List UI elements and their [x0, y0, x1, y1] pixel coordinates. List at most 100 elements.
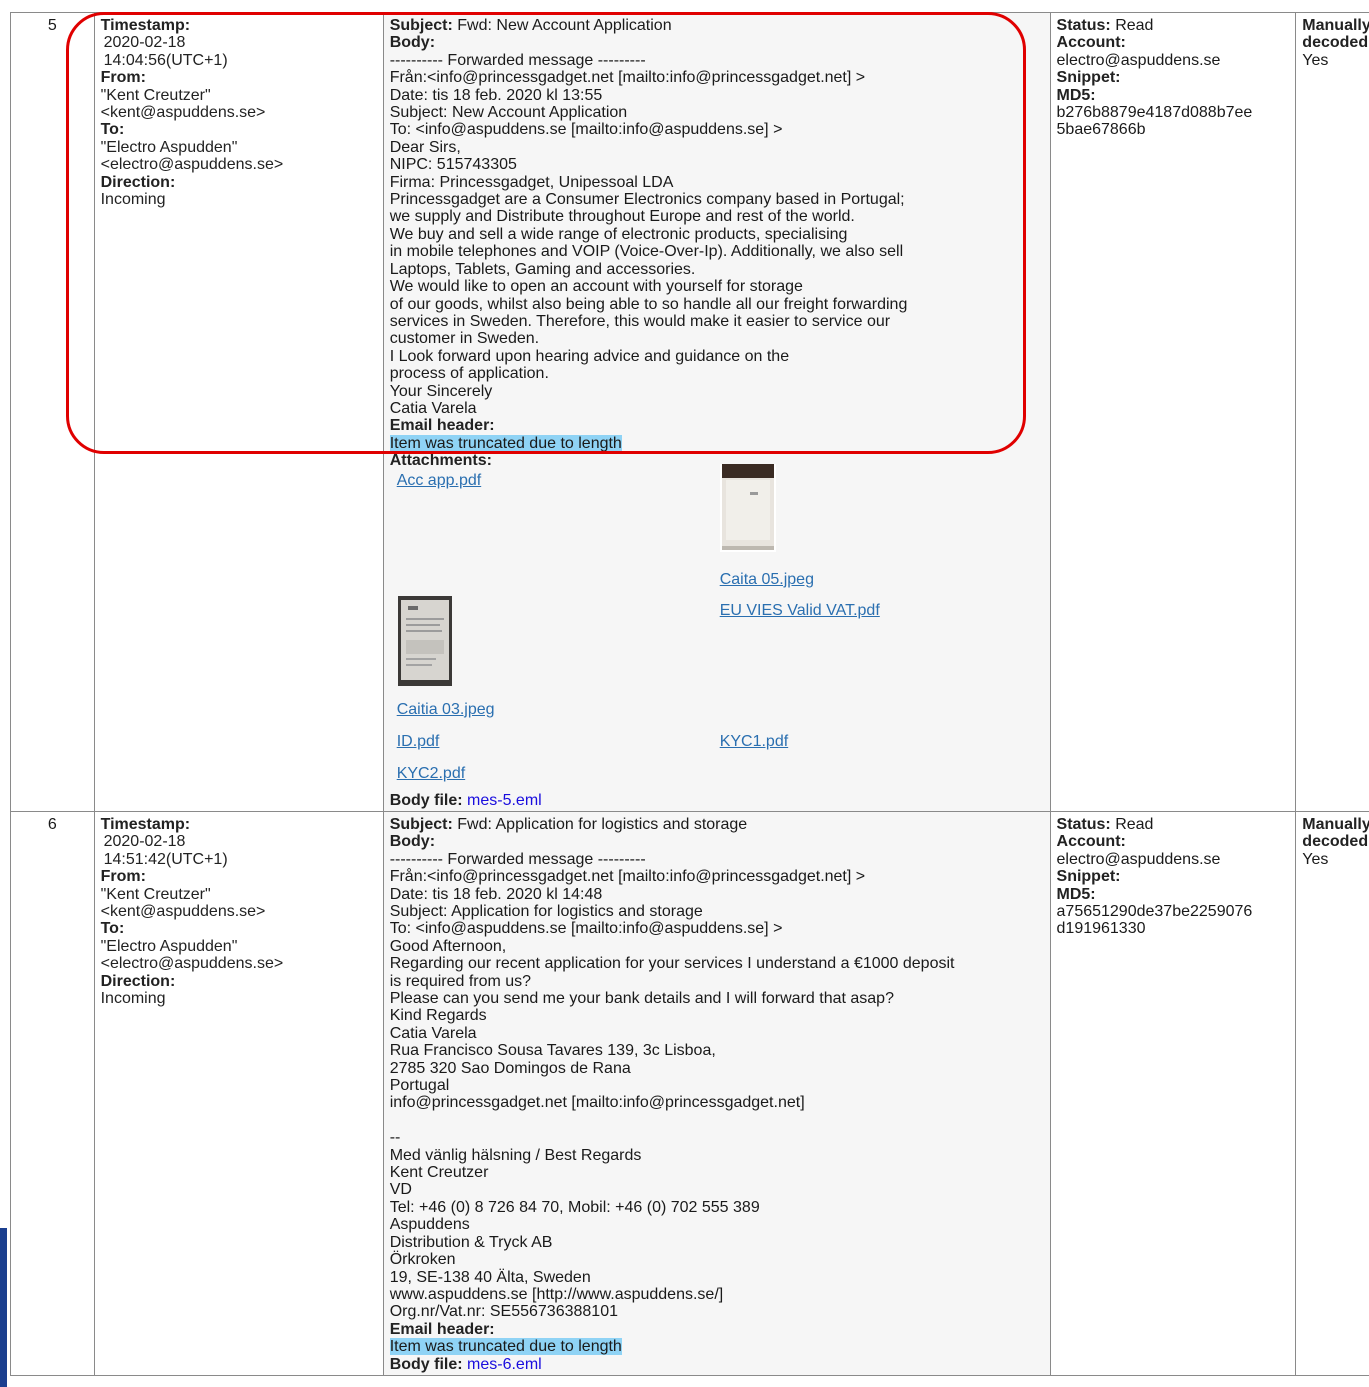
from-label: From:	[100, 868, 146, 886]
message-meta-cell: Timestamp: 2020-02-18 14:51:42(UTC+1) Fr…	[93, 810, 384, 1376]
body-line: Distribution & Tryck AB	[389, 1233, 553, 1251]
account-value: electro@aspuddens.se	[1056, 850, 1221, 868]
direction-label: Direction:	[100, 972, 176, 990]
table-row: 5 Timestamp: 2020-02-18 14:04:56(UTC+1) …	[10, 12, 1369, 812]
body-line: ---------- Forwarded message ---------	[389, 850, 646, 868]
message-body-cell: Subject: Fwd: New Account Application Bo…	[382, 12, 1051, 812]
message-status-cell: Status: Read Account: electro@aspuddens.…	[1049, 810, 1297, 1376]
attachments-label: Attachments:	[389, 452, 492, 470]
body-file-link[interactable]: mes-5.eml	[467, 792, 542, 809]
body-line: I Look forward upon hearing advice and g…	[389, 347, 790, 365]
to-label: To:	[100, 121, 125, 139]
body-line: Regarding our recent application for you…	[389, 955, 955, 973]
timestamp-label: Timestamp:	[100, 17, 191, 34]
to-name: "Electro Aspudden"	[100, 138, 238, 156]
email-header-label: Email header:	[389, 417, 495, 435]
body-line: VD	[389, 1181, 412, 1199]
body-line: Firma: Princessgadget, Unipessoal LDA	[389, 173, 674, 191]
body-line: 2785 320 Sao Domingos de Rana	[389, 1059, 631, 1077]
from-label: From:	[100, 69, 146, 87]
body-line: Catia Varela	[389, 399, 477, 417]
attachment-link-eu-vies[interactable]: EU VIES Valid VAT.pdf	[720, 602, 880, 619]
md5-value-line2: d191961330	[1056, 920, 1146, 938]
manually-decoded-label-2: decoded:	[1302, 34, 1369, 52]
messages-table: 5 Timestamp: 2020-02-18 14:04:56(UTC+1) …	[10, 12, 1369, 1376]
body-line: We would like to open an account with yo…	[389, 278, 803, 296]
manually-decoded-label-2: decoded:	[1302, 833, 1369, 851]
attachment-link-id[interactable]: ID.pdf	[397, 733, 440, 750]
body-line: of our goods, whilst also being able to …	[389, 295, 908, 313]
account-value: electro@aspuddens.se	[1056, 51, 1221, 69]
status-value: Read	[1115, 815, 1154, 833]
manually-decoded-cell: Manually decoded: Yes	[1295, 810, 1369, 1376]
account-label: Account:	[1056, 34, 1126, 52]
email-header-label: Email header:	[389, 1320, 495, 1338]
body-line: services in Sweden. Therefore, this woul…	[389, 312, 891, 330]
body-line: Date: tis 18 feb. 2020 kl 14:48	[389, 885, 603, 903]
status-value: Read	[1115, 17, 1154, 34]
body-line: Catia Varela	[389, 1024, 477, 1042]
md5-value-line2: 5bae67866b	[1056, 121, 1146, 139]
to-email: <electro@aspuddens.se>	[100, 955, 284, 973]
row-number: 6	[10, 810, 95, 1376]
body-text: ---------- Forwarded message --------- F…	[390, 52, 1044, 418]
attachment-link-caita05[interactable]: Caita 05.jpeg	[720, 571, 814, 588]
row-number: 5	[10, 12, 95, 812]
timestamp-date: 2020-02-18	[103, 833, 186, 851]
body-line: ---------- Forwarded message ---------	[389, 51, 646, 69]
body-label: Body:	[389, 833, 436, 851]
message-report: 5 Timestamp: 2020-02-18 14:04:56(UTC+1) …	[10, 12, 1369, 1376]
message-body-cell: Subject: Fwd: Application for logistics …	[382, 810, 1051, 1376]
body-line: Kent Creutzer	[389, 1164, 489, 1182]
side-blue-strip	[0, 1228, 7, 1387]
status-label: Status:	[1056, 815, 1111, 833]
body-line: To: <info@aspuddens.se [mailto:info@aspu…	[389, 920, 783, 938]
direction-label: Direction:	[100, 173, 176, 191]
snippet-label: Snippet:	[1056, 868, 1121, 886]
body-line: Örkroken	[389, 1251, 456, 1269]
to-name: "Electro Aspudden"	[100, 937, 238, 955]
body-line: Med vänlig hälsning / Best Regards	[389, 1146, 642, 1164]
body-line: Aspuddens	[389, 1216, 470, 1234]
md5-label: MD5:	[1056, 86, 1096, 104]
body-line: Rua Francisco Sousa Tavares 139, 3c Lisb…	[389, 1042, 716, 1060]
manually-decoded-cell: Manually decoded: Yes	[1295, 12, 1369, 812]
body-line: NIPC: 515743305	[389, 156, 517, 174]
body-line: Your Sincerely	[389, 382, 493, 400]
status-label: Status:	[1056, 17, 1111, 34]
manually-decoded-label: Manually	[1302, 17, 1369, 34]
body-line: Tel: +46 (0) 8 726 84 70, Mobil: +46 (0)…	[389, 1198, 760, 1216]
account-label: Account:	[1056, 833, 1126, 851]
subject-value: Fwd: Application for logistics and stora…	[457, 815, 748, 833]
timestamp-time: 14:04:56(UTC+1)	[103, 51, 228, 69]
body-file-label: Body file:	[389, 1355, 463, 1373]
body-line: Från:<info@princessgadget.net [mailto:in…	[389, 69, 866, 87]
to-email: <electro@aspuddens.se>	[100, 156, 284, 174]
subject-label: Subject:	[389, 17, 453, 34]
timestamp-date: 2020-02-18	[103, 34, 186, 52]
body-line: info@princessgadget.net [mailto:info@pri…	[389, 1094, 805, 1112]
body-line: Org.nr/Vat.nr: SE556736388101	[389, 1303, 618, 1321]
body-line: Från:<info@princessgadget.net [mailto:in…	[389, 868, 866, 886]
body-line: www.aspuddens.se [http://www.aspuddens.s…	[389, 1285, 724, 1303]
body-line: in mobile telephones and VOIP (Voice-Ove…	[389, 243, 904, 261]
subject-value: Fwd: New Account Application	[457, 17, 672, 34]
from-name: "Kent Creutzer"	[100, 885, 211, 903]
body-line-blank	[390, 1112, 1044, 1129]
photo-thumbnail-caitia03[interactable]	[397, 595, 452, 686]
body-line: To: <info@aspuddens.se [mailto:info@aspu…	[389, 121, 783, 139]
snippet-label: Snippet:	[1056, 69, 1121, 87]
email-header-value: Item was truncated due to length	[389, 1338, 622, 1356]
to-label: To:	[100, 920, 125, 938]
attachment-link-kyc2[interactable]: KYC2.pdf	[397, 765, 465, 782]
body-line: we supply and Distribute throughout Euro…	[389, 208, 855, 226]
direction-value: Incoming	[100, 191, 166, 209]
attachment-link-caitia03[interactable]: Caitia 03.jpeg	[397, 701, 495, 718]
photo-thumbnail-caita05[interactable]	[719, 463, 776, 552]
body-line: We buy and sell a wide range of electron…	[389, 225, 848, 243]
attachment-link-acc-app[interactable]: Acc app.pdf	[397, 472, 482, 489]
body-line: Subject: New Account Application	[389, 104, 628, 122]
attachment-link-kyc1[interactable]: KYC1.pdf	[720, 733, 788, 750]
body-line: Princessgadget are a Consumer Electronic…	[389, 191, 905, 209]
body-file-link[interactable]: mes-6.eml	[467, 1356, 542, 1373]
